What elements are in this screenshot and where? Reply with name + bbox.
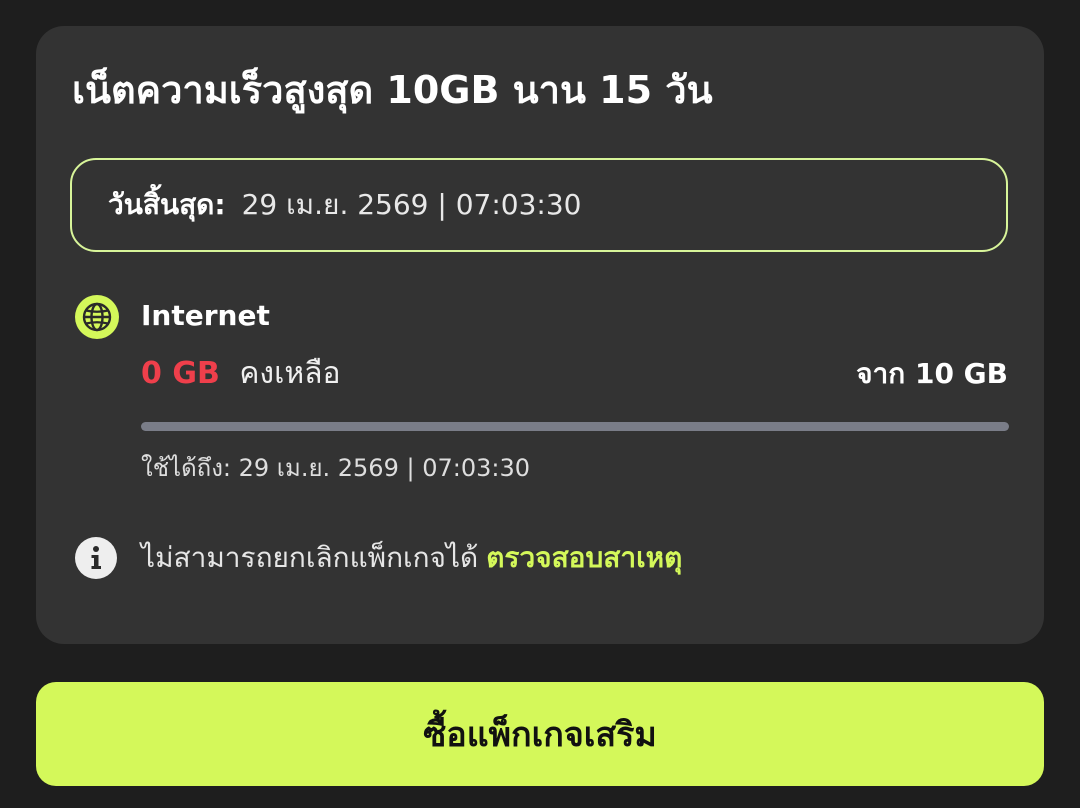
- package-title: เน็ตความเร็วสูงสุด 10GB นาน 15 วัน: [72, 68, 713, 112]
- globe-icon: [75, 295, 119, 339]
- valid-until: ใช้ได้ถึง: 29 เม.ย. 2569 | 07:03:30: [141, 454, 530, 482]
- usage-progress-bar: [141, 422, 1009, 431]
- buy-addon-button[interactable]: ซื้อแพ็กเกจเสริม: [36, 682, 1044, 786]
- info-icon: [75, 537, 117, 579]
- expiry-value: 29 เม.ย. 2569 | 07:03:30: [241, 188, 582, 221]
- cancel-notice: ไม่สามารถยกเลิกแพ็กเกจได้ ตรวจสอบสาเหตุ: [141, 536, 682, 580]
- service-name: Internet: [141, 299, 270, 332]
- total-quota: จาก 10 GB: [856, 357, 1008, 390]
- cancel-notice-text: ไม่สามารถยกเลิกแพ็กเกจได้: [141, 541, 479, 574]
- remaining-label: คงเหลือ: [239, 356, 341, 391]
- package-card: เน็ตความเร็วสูงสุด 10GB นาน 15 วัน วันสิ…: [36, 26, 1044, 644]
- remaining-data: 0 GB คงเหลือ: [141, 352, 341, 396]
- expiry-box: วันสิ้นสุด: 29 เม.ย. 2569 | 07:03:30: [70, 158, 1008, 252]
- check-reason-link[interactable]: ตรวจสอบสาเหตุ: [486, 541, 682, 574]
- expiry-label: วันสิ้นสุด:: [108, 188, 226, 221]
- remaining-amount: 0 GB: [141, 356, 220, 391]
